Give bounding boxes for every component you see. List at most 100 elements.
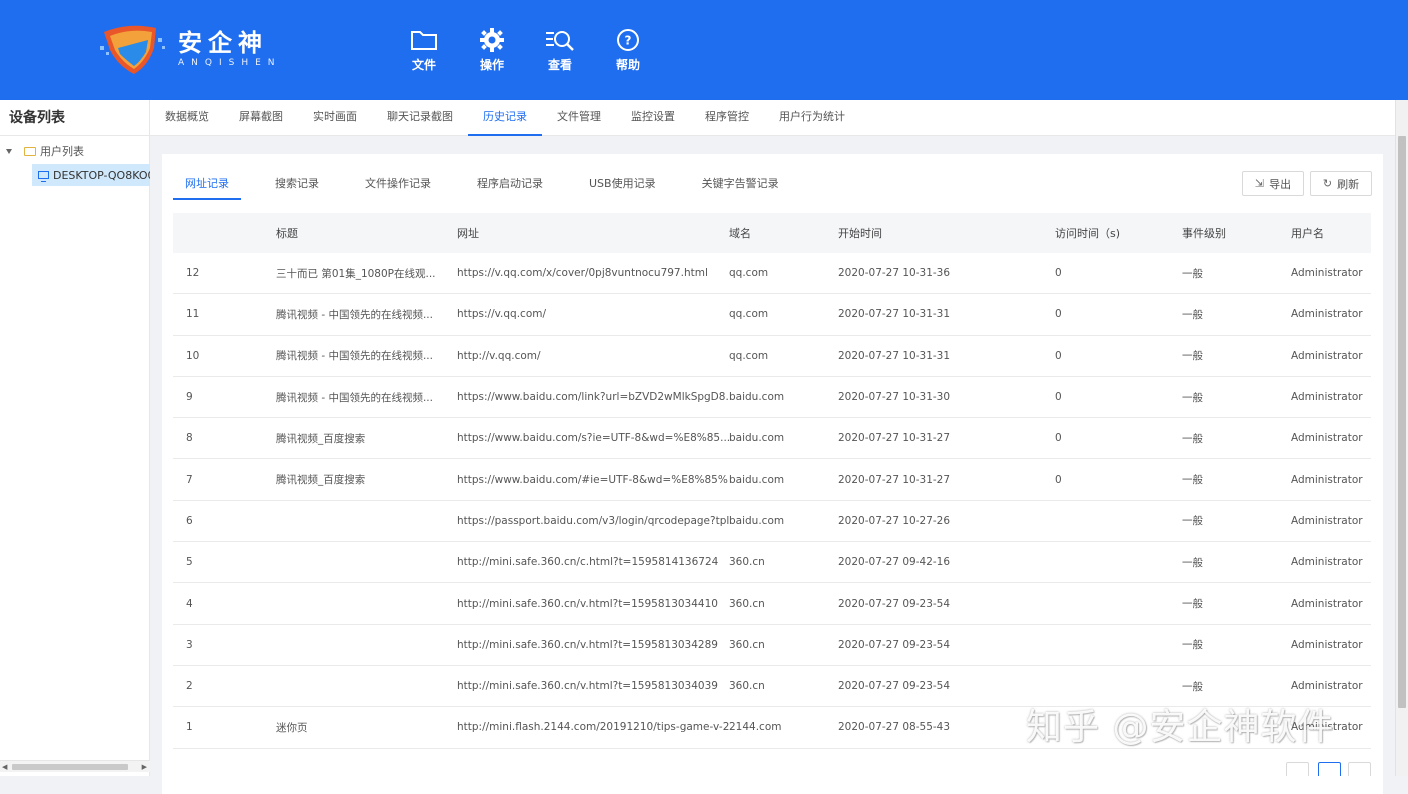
table-row[interactable]: 4 http://mini.safe.360.cn/v.html?t=159581… [173,583,1371,625]
folder-icon [24,146,36,156]
sub-tab[interactable]: 关键字告警记录 [690,170,791,200]
domain-cell: baidu.com [729,473,785,486]
table-row[interactable]: 7 腾讯视频_百度搜索 https://www.baidu.com/#ie=UTF-… [173,459,1371,501]
level-cell: 一般 [1182,391,1203,404]
view-menu-button[interactable]: 查看 [526,28,594,73]
pagination-page-button[interactable] [1318,762,1341,776]
file-menu-button[interactable]: 文件 [390,28,458,73]
main-tab[interactable]: 屏幕截图 [224,100,298,136]
sub-tab[interactable]: 程序启动记录 [465,170,555,200]
duration-cell: 0 [1055,308,1062,321]
url-cell: https://www.baidu.com/link?url=bZVD2wMlk… [457,391,729,404]
view-menu-label: 查看 [547,58,572,72]
id-cell: 8 [186,432,193,445]
export-label: 导出 [1269,177,1292,191]
main-tab[interactable]: 用户行为统计 [764,100,860,136]
table-row[interactable]: 6 https://passport.baidu.com/v3/login/qrc… [173,501,1371,543]
table-header: 标题 网址 域名 开始时间 访问时间（s) 事件级别 用户名 [173,213,1371,253]
scrollbar-thumb[interactable] [1398,136,1406,708]
main-tab[interactable]: 实时画面 [298,100,372,136]
logo-title: 安企神 [178,29,268,57]
column-header: 开始时间 [838,227,882,240]
level-cell: 一般 [1182,308,1203,321]
table-row[interactable]: 10 腾讯视频 - 中国领先的在线视频... http://v.qq.com/qq.… [173,336,1371,377]
level-cell: 一般 [1182,474,1203,487]
url-cell: http://v.qq.com/ [457,349,541,362]
id-cell: 10 [186,349,200,362]
level-cell: 一般 [1182,515,1203,528]
refresh-label: 刷新 [1337,177,1360,191]
id-cell: 2 [186,680,193,693]
refresh-icon: ↻ [1322,177,1333,190]
id-cell: 6 [186,514,193,527]
username-cell: Administrator [1291,680,1363,693]
operate-menu-button[interactable]: 操作 [458,28,526,73]
device-name: DESKTOP-QO8KO0 [53,168,150,182]
main-tab[interactable]: 程序管控 [690,100,764,136]
start-time-cell: 2020-07-27 09-23-54 [838,638,951,651]
table-row[interactable]: 8 腾讯视频_百度搜索 https://www.baidu.com/s?ie=UTF… [173,418,1371,460]
table-row[interactable]: 5 http://mini.safe.360.cn/c.html?t=159581… [173,542,1371,584]
url-cell: http://mini.flash.2144.com/20191210/tips… [457,721,729,734]
pagination-prev-button[interactable] [1286,762,1309,776]
id-cell: 12 [186,267,200,280]
start-time-cell: 2020-07-27 10-27-26 [838,514,951,527]
main-tab[interactable]: 监控设置 [616,100,690,136]
url-cell: https://v.qq.com/x/cover/0pj8vuntnocu797… [457,267,708,280]
sub-tab[interactable]: USB使用记录 [577,170,668,200]
domain-cell: baidu.com [729,432,785,445]
title-cell: 腾讯视频 - 中国领先的在线视频... [276,308,433,321]
main-tab-bar: 数据概览 屏幕截图 实时画面 聊天记录截图 历史记录 文件管理 监控设置 程序管控 用户行为统计 [150,100,1395,136]
scroll-right-icon[interactable]: ▶ [142,763,147,771]
main-tab[interactable]: 历史记录 [468,100,542,136]
column-header: 事件级别 [1182,227,1226,240]
tree-node-user-list[interactable]: 用户列表 [0,138,149,164]
url-cell: https://passport.baidu.com/v3/login/qrco… [457,514,729,527]
start-time-cell: 2020-07-27 09-23-54 [838,597,951,610]
help-menu-button[interactable]: ? 帮助 [594,28,662,73]
main-tab[interactable]: 数据概览 [150,100,224,136]
table-row[interactable]: 12 三十而已 第01集_1080P在线观... https://v.qq.com/… [173,253,1371,295]
sidebar-title: 设备列表 [0,100,149,136]
tree-node-device[interactable]: DESKTOP-QO8KO0 [32,164,150,186]
shield-logo-icon [98,22,172,76]
domain-cell: 360.cn [729,638,765,651]
start-time-cell: 2020-07-27 10-31-30 [838,391,951,404]
scrollbar-thumb[interactable] [12,764,128,770]
export-button[interactable]: ⇲ 导出 [1242,171,1304,196]
scroll-left-icon[interactable]: ◀ [2,763,7,771]
table-row[interactable]: 11 腾讯视频 - 中国领先的在线视频... https://v.qq.com/qq… [173,294,1371,336]
main-tab[interactable]: 文件管理 [542,100,616,136]
page-vertical-scrollbar[interactable] [1395,100,1408,776]
sidebar-horizontal-scrollbar[interactable]: ◀ ▶ [0,760,150,772]
main-tab[interactable]: 聊天记录截图 [372,100,468,136]
table-row[interactable]: 9 腾讯视频 - 中国领先的在线视频... https://www.baidu.co… [173,377,1371,419]
caret-down-icon[interactable] [6,148,12,154]
id-cell: 5 [186,556,193,569]
domain-cell: qq.com [729,308,769,321]
duration-cell: 0 [1055,432,1062,445]
id-cell: 4 [186,597,193,610]
username-cell: Administrator [1291,391,1363,404]
id-cell: 7 [186,473,193,486]
start-time-cell: 2020-07-27 08-55-43 [838,721,951,734]
sub-tab[interactable]: 搜索记录 [263,170,331,200]
username-cell: Administrator [1291,349,1363,362]
sub-tab[interactable]: 文件操作记录 [353,170,443,200]
pagination-next-button[interactable] [1348,762,1371,776]
id-cell: 11 [186,308,200,321]
url-cell: https://www.baidu.com/#ie=UTF-8&wd=%E8%8… [457,473,729,486]
duration-cell: 0 [1055,391,1062,404]
monitor-icon [38,171,49,182]
level-cell: 一般 [1182,350,1203,363]
title-cell: 腾讯视频_百度搜索 [276,432,366,445]
table-row[interactable]: 3 http://mini.safe.360.cn/v.html?t=159581… [173,625,1371,666]
id-cell: 1 [186,721,193,734]
title-cell: 迷你页 [276,721,308,734]
domain-cell: qq.com [729,267,769,280]
refresh-button[interactable]: ↻ 刷新 [1310,171,1372,196]
domain-cell: 2144.com [729,721,782,734]
domain-cell: baidu.com [729,514,785,527]
sub-tab[interactable]: 网址记录 [173,170,241,200]
sub-tab-bar: 网址记录 搜索记录 文件操作记录 程序启动记录 USB使用记录 关键字告警记录 [173,170,813,200]
